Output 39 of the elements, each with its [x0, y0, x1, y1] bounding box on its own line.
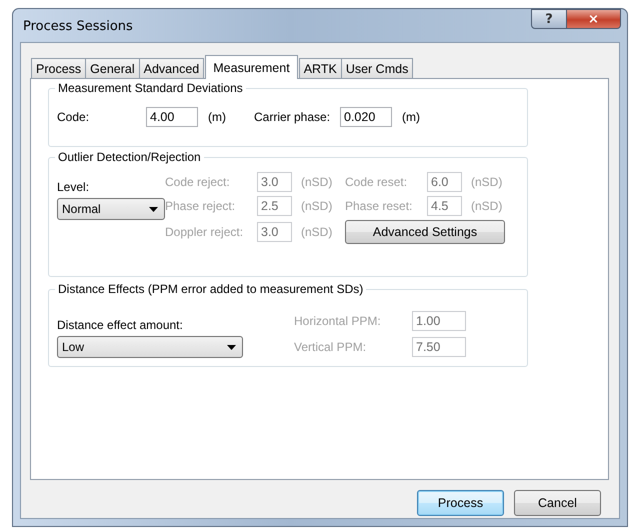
caret-icon: [149, 206, 158, 212]
close-button[interactable]: ×: [567, 9, 621, 29]
group-title: Outlier Detection/Rejection: [55, 150, 204, 164]
tab[interactable]: Advanced: [138, 58, 204, 78]
field-label: Phase reset:: [345, 199, 414, 213]
unit-label: (nSD): [301, 225, 334, 239]
unit-label: (m): [208, 110, 226, 124]
unit-label: (nSD): [301, 199, 334, 213]
input-field[interactable]: 4.00: [146, 107, 198, 127]
field-label: Distance effect amount:: [57, 318, 184, 332]
unit-label: (m): [402, 110, 420, 124]
field-label: Code reject:: [165, 175, 231, 189]
field-label: Vertical PPM:: [294, 340, 368, 354]
field-label: Level:: [57, 180, 90, 194]
input-field[interactable]: 0.020: [340, 107, 392, 127]
tab[interactable]: User Cmds: [340, 58, 414, 78]
dropdown[interactable]: Low: [57, 336, 243, 358]
advanced-settings-button[interactable]: Advanced Settings: [345, 220, 505, 244]
unit-label: (nSD): [471, 199, 504, 213]
dialog-button[interactable]: Process: [417, 490, 504, 516]
group-title: Distance Effects (PPM error added to measurement SDs): [55, 282, 366, 296]
field-label: Code reset:: [345, 175, 408, 189]
dialog-button[interactable]: Cancel: [514, 490, 601, 516]
field-label: Carrier phase:: [254, 110, 332, 124]
field-label: Phase reject:: [165, 199, 236, 213]
unit-label: (nSD): [301, 175, 334, 189]
tab[interactable]: General: [85, 58, 140, 78]
dropdown[interactable]: Normal: [57, 198, 165, 220]
help-button[interactable]: ?: [531, 9, 567, 29]
field-label: Code:: [57, 110, 90, 124]
window-title: Process Sessions: [23, 19, 133, 34]
tab[interactable]: ARTK: [298, 58, 342, 78]
tab[interactable]: Measurement: [205, 55, 298, 79]
field-label: Horizontal PPM:: [294, 314, 382, 328]
field-label: Doppler reject:: [165, 225, 244, 239]
group-title: Measurement Standard Deviations: [55, 81, 246, 95]
tab[interactable]: Process: [31, 58, 86, 78]
unit-label: (nSD): [471, 175, 504, 189]
caret-icon: [227, 344, 236, 350]
